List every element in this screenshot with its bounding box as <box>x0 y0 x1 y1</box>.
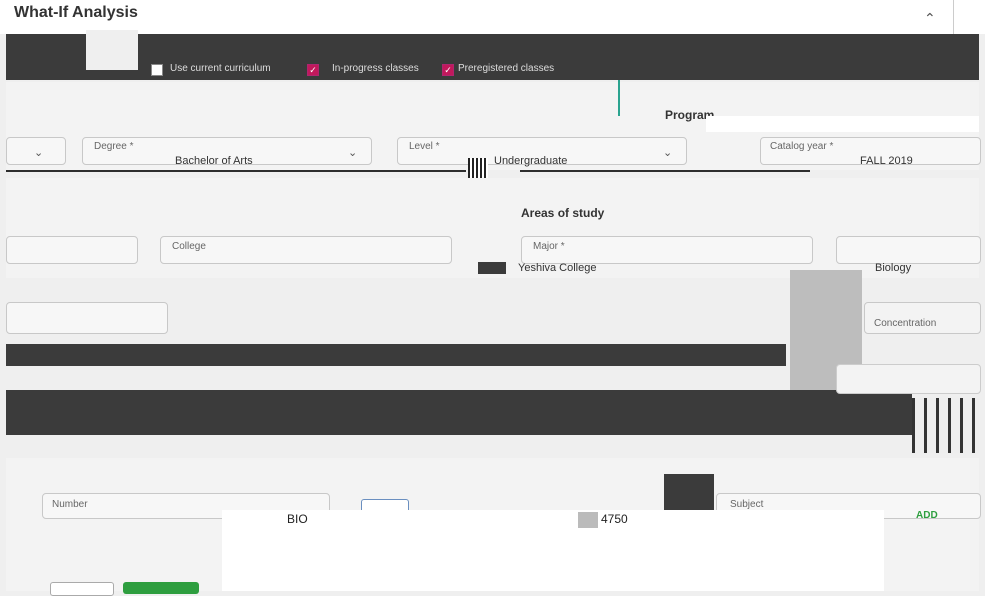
header-bar <box>0 0 985 34</box>
catalog-year-label: Catalog year * <box>770 141 834 152</box>
concentration-label: Concentration <box>874 318 937 329</box>
in-progress-classes-label: In-progress classes <box>332 63 419 74</box>
course-number-label: Number <box>52 499 88 510</box>
cancel-button[interactable] <box>50 582 114 596</box>
degree-label: Degree * <box>94 141 134 152</box>
level-label: Level * <box>409 141 440 152</box>
header-divider <box>953 0 954 34</box>
use-current-curriculum-label: Use current curriculum <box>170 63 271 74</box>
add-course-button[interactable]: ADD <box>916 510 938 521</box>
results-band-lower <box>6 390 912 435</box>
area-select-partial[interactable] <box>6 236 138 264</box>
scan-line <box>520 170 810 172</box>
results-band-edge <box>912 398 979 453</box>
page-title: What-If Analysis <box>14 4 138 21</box>
use-current-curriculum-checkbox[interactable] <box>151 64 163 76</box>
subject-label: Subject <box>730 499 764 510</box>
submit-button[interactable] <box>123 582 199 594</box>
course-input-block <box>578 512 598 528</box>
program-divider <box>618 80 620 116</box>
subject-value: BIO <box>287 512 308 526</box>
course-number-value: 4750 <box>601 512 628 526</box>
degree-value: Bachelor of Arts <box>175 155 253 167</box>
chevron-down-icon: ⌄ <box>348 147 358 159</box>
major-label: Major * <box>533 241 565 252</box>
area-select-lower[interactable] <box>6 302 168 334</box>
in-progress-classes-checkbox[interactable]: ✓ <box>307 64 319 76</box>
course-dark-block <box>664 474 714 510</box>
results-band <box>6 344 786 366</box>
areas-title: Areas of study <box>521 206 605 220</box>
course-input-row <box>222 510 884 591</box>
college-label: College <box>172 241 206 252</box>
minor-value: Biology <box>875 262 912 274</box>
minor-select[interactable] <box>836 236 981 264</box>
catalog-year-value: FALL 2019 <box>860 155 913 167</box>
preregistered-classes-label: Preregistered classes <box>458 63 555 74</box>
chevron-up-icon[interactable]: ⌃ <box>924 10 936 27</box>
chevron-down-icon: ⌄ <box>663 147 673 159</box>
program-header-strip <box>706 116 979 132</box>
scan-line <box>6 170 466 172</box>
preregistered-classes-checkbox[interactable]: ✓ <box>442 64 454 76</box>
major-value: Yeshiva College <box>518 262 597 274</box>
chevron-down-icon: ⌄ <box>34 147 44 159</box>
results-band-right <box>836 364 981 394</box>
options-bar-cutout <box>86 30 138 70</box>
areas-dark-block <box>478 262 506 274</box>
level-value: Undergraduate <box>494 155 568 167</box>
